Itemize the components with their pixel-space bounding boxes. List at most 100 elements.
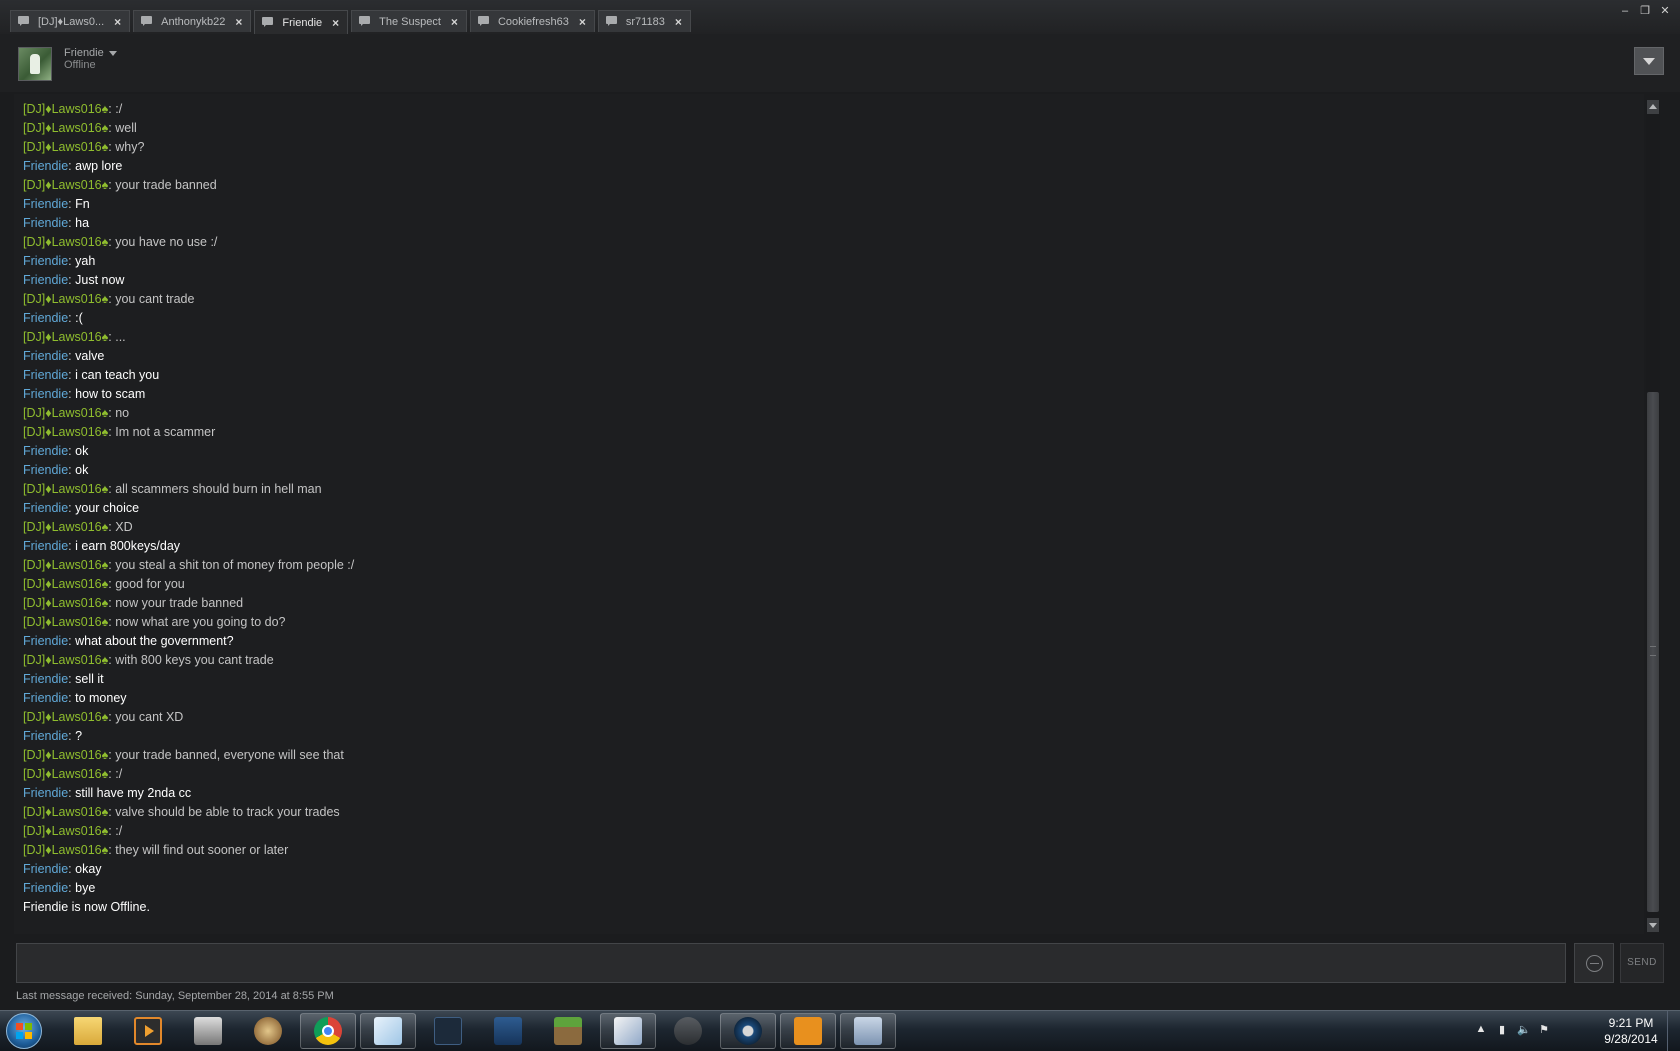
message-text: with 800 keys you cant trade — [115, 653, 274, 667]
taskbar-app[interactable] — [60, 1013, 116, 1049]
message-sender[interactable]: Friendie — [23, 387, 68, 401]
message-sender[interactable]: [DJ]♦Laws016♠ — [23, 653, 108, 667]
message-sender[interactable]: Friendie — [23, 254, 68, 268]
scroll-up-button[interactable] — [1647, 100, 1659, 114]
taskbar-app[interactable] — [660, 1013, 716, 1049]
message-sender[interactable]: Friendie — [23, 159, 68, 173]
tab-chat[interactable]: Anthonykb22 × — [133, 10, 252, 32]
scroll-down-button[interactable] — [1647, 918, 1659, 932]
close-icon[interactable]: × — [114, 15, 121, 29]
tab-chat[interactable]: The Suspect × — [351, 10, 467, 32]
message-sender[interactable]: Friendie — [23, 691, 68, 705]
chat-message: Friendie: ha — [23, 214, 1603, 233]
message-sender[interactable]: [DJ]♦Laws016♠ — [23, 558, 108, 572]
friend-name: Friendie — [64, 47, 104, 59]
message-sender[interactable]: [DJ]♦Laws016♠ — [23, 330, 108, 344]
taskbar-app[interactable] — [840, 1013, 896, 1049]
chat-message: [DJ]♦Laws016♠: with 800 keys you cant tr… — [23, 651, 1603, 670]
tray-icon[interactable]: 🔈 — [1517, 1023, 1531, 1036]
message-sender[interactable]: Friendie — [23, 197, 68, 211]
message-sender[interactable]: Friendie — [23, 862, 68, 876]
close-icon[interactable]: × — [451, 15, 458, 29]
message-sender[interactable]: [DJ]♦Laws016♠ — [23, 235, 108, 249]
message-sender[interactable]: [DJ]♦Laws016♠ — [23, 102, 108, 116]
show-desktop-button[interactable] — [1667, 1011, 1680, 1051]
taskbar-app[interactable] — [180, 1013, 236, 1049]
avatar[interactable] — [18, 47, 52, 81]
chat-scrollbar[interactable] — [1646, 100, 1660, 932]
taskbar-app[interactable] — [480, 1013, 536, 1049]
message-sender[interactable]: [DJ]♦Laws016♠ — [23, 615, 108, 629]
emoticon-button[interactable] — [1574, 943, 1614, 983]
message-sender[interactable]: [DJ]♦Laws016♠ — [23, 292, 108, 306]
message-text: how to scam — [75, 387, 146, 401]
message-sender[interactable]: [DJ]♦Laws016♠ — [23, 425, 108, 439]
message-sender[interactable]: Friendie — [23, 349, 68, 363]
taskbar-app[interactable] — [240, 1013, 296, 1049]
taskbar-app[interactable] — [540, 1013, 596, 1049]
friend-name-menu[interactable]: Friendie — [64, 47, 117, 59]
close-window-button[interactable]: ✕ — [1658, 4, 1672, 18]
message-sender[interactable]: Friendie — [23, 501, 68, 515]
message-sender[interactable]: [DJ]♦Laws016♠ — [23, 406, 108, 420]
message-sender[interactable]: Friendie — [23, 634, 68, 648]
taskbar-app[interactable] — [720, 1013, 776, 1049]
message-sender[interactable]: Friendie — [23, 539, 68, 553]
close-icon[interactable]: × — [332, 16, 339, 30]
message-sender[interactable]: [DJ]♦Laws016♠ — [23, 482, 108, 496]
message-sender[interactable]: [DJ]♦Laws016♠ — [23, 140, 108, 154]
message-sender[interactable]: [DJ]♦Laws016♠ — [23, 805, 108, 819]
message-sender[interactable]: [DJ]♦Laws016♠ — [23, 710, 108, 724]
message-sender[interactable]: Friendie — [23, 463, 68, 477]
message-sender[interactable]: [DJ]♦Laws016♠ — [23, 767, 108, 781]
message-text: now your trade banned — [115, 596, 244, 610]
taskbar-app[interactable] — [120, 1013, 176, 1049]
tab-chat[interactable]: [DJ]♦Laws0... × — [10, 10, 131, 32]
restore-button[interactable]: ❐ — [1638, 4, 1652, 18]
message-sender[interactable]: [DJ]♦Laws016♠ — [23, 596, 108, 610]
message-sender[interactable]: Friendie — [23, 216, 68, 230]
taskbar-app[interactable] — [360, 1013, 416, 1049]
minimize-button[interactable]: – — [1618, 4, 1632, 18]
message-sender[interactable]: Friendie — [23, 881, 68, 895]
message-sender[interactable]: Friendie — [23, 368, 68, 382]
chat-message: Friendie: :( — [23, 309, 1603, 328]
message-sender[interactable]: [DJ]♦Laws016♠ — [23, 824, 108, 838]
options-dropdown-button[interactable] — [1634, 47, 1664, 75]
start-button[interactable] — [6, 1013, 42, 1049]
tray-icon[interactable]: ▲ — [1475, 1023, 1487, 1036]
message-sender[interactable]: [DJ]♦Laws016♠ — [23, 520, 108, 534]
send-button[interactable]: SEND — [1620, 943, 1664, 983]
taskbar-app[interactable] — [420, 1013, 476, 1049]
chat-bubble-icon — [262, 17, 275, 28]
message-sender[interactable]: [DJ]♦Laws016♠ — [23, 121, 108, 135]
tab-chat[interactable]: Friendie × — [254, 10, 349, 34]
message-text: all scammers should burn in hell man — [115, 482, 322, 496]
message-sender[interactable]: Friendie — [23, 273, 68, 287]
message-sender[interactable]: Friendie — [23, 786, 68, 800]
message-input[interactable] — [16, 943, 1566, 983]
taskbar-app[interactable] — [600, 1013, 656, 1049]
tab-label: Cookiefresh63 — [497, 15, 569, 28]
message-sender[interactable]: Friendie — [23, 311, 68, 325]
taskbar-app[interactable] — [300, 1013, 356, 1049]
tray-icon[interactable]: ⚑ — [1538, 1023, 1550, 1036]
tab-chat[interactable]: sr71183 × — [597, 10, 691, 32]
message-sender[interactable]: Friendie — [23, 672, 68, 686]
message-sender[interactable]: Friendie — [23, 444, 68, 458]
scroll-thumb[interactable] — [1647, 392, 1659, 912]
clock[interactable]: 9:21 PM 9/28/2014 — [1596, 1015, 1666, 1047]
tab-chat[interactable]: Cookiefresh63 × — [469, 10, 595, 32]
close-icon[interactable]: × — [579, 15, 586, 29]
message-sender[interactable]: Friendie — [23, 729, 68, 743]
message-text: ? — [75, 729, 83, 743]
taskbar-app[interactable] — [780, 1013, 836, 1049]
message-sender[interactable]: [DJ]♦Laws016♠ — [23, 178, 108, 192]
close-icon[interactable]: × — [235, 15, 242, 29]
message-sender[interactable]: [DJ]♦Laws016♠ — [23, 577, 108, 591]
message-sender[interactable]: [DJ]♦Laws016♠ — [23, 843, 108, 857]
close-icon[interactable]: × — [675, 15, 682, 29]
tray-icon[interactable]: ▮ — [1496, 1023, 1508, 1036]
message-sender[interactable]: [DJ]♦Laws016♠ — [23, 748, 108, 762]
chat-message: [DJ]♦Laws016♠: no — [23, 404, 1603, 423]
